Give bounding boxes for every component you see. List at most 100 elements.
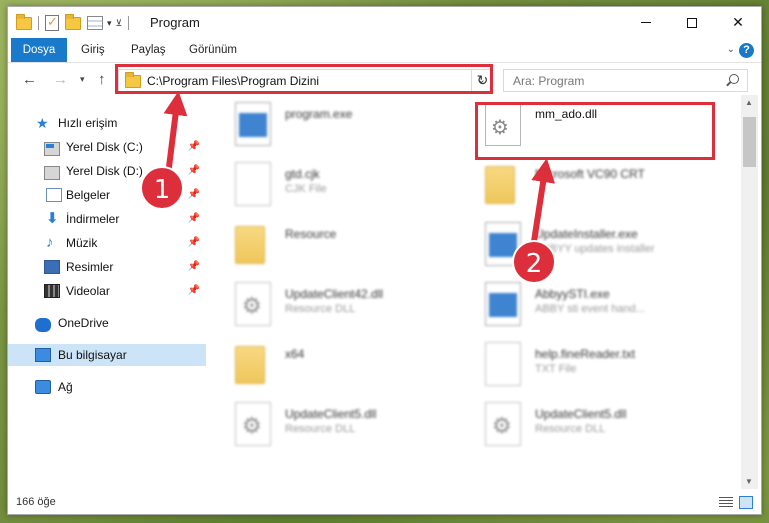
videos-icon xyxy=(44,284,60,298)
pin-icon[interactable]: 📌 xyxy=(188,189,200,200)
file-item[interactable]: Resource xyxy=(213,217,453,273)
title-bar: ▾ ⊻ Program ✕ xyxy=(8,7,761,38)
sidebar-item-downloads[interactable]: ⬇ İndirmeler 📌 xyxy=(8,208,206,230)
tab-file[interactable]: Dosya xyxy=(11,38,67,62)
view-icon[interactable] xyxy=(87,16,103,30)
status-bar: 166 öğe xyxy=(8,489,761,514)
sidebar-item-label: Bu bilgisayar xyxy=(58,348,127,362)
file-item[interactable]: gtd.cjk CJK File xyxy=(213,157,453,213)
customize-toolbar-icon[interactable]: ⊻ xyxy=(116,18,123,29)
minimize-icon xyxy=(641,22,651,23)
sidebar-item-pictures[interactable]: Resimler 📌 xyxy=(8,256,206,278)
chevron-down-icon[interactable]: ▾ xyxy=(107,18,112,29)
scroll-up-icon[interactable]: ▲ xyxy=(745,98,753,107)
sidebar-item-this-pc[interactable]: Bu bilgisayar xyxy=(8,344,206,366)
new-folder-icon[interactable] xyxy=(65,13,81,30)
sidebar-item-disk-c[interactable]: Yerel Disk (C:) 📌 xyxy=(8,136,206,158)
search-input[interactable]: Ara: Program xyxy=(503,69,748,92)
recent-locations-button[interactable]: ▾ xyxy=(80,74,85,85)
folder-icon xyxy=(235,346,265,384)
forward-button[interactable]: → xyxy=(53,71,68,88)
file-type: Resource DLL xyxy=(285,423,356,435)
pin-icon[interactable]: 📌 xyxy=(188,213,200,224)
details-view-icon[interactable] xyxy=(719,497,733,508)
file-name: UpdateClient42.dll xyxy=(285,287,384,301)
file-icon xyxy=(485,342,521,386)
sidebar-item-label: Resimler xyxy=(66,260,114,274)
pin-icon[interactable]: 📌 xyxy=(188,261,200,272)
pictures-icon xyxy=(44,260,60,274)
file-item[interactable]: x64 xyxy=(213,337,453,393)
file-name: help.fineReader.txt xyxy=(535,347,636,361)
file-name: UpdateInstaller.exe xyxy=(535,227,638,241)
file-item[interactable]: program.exe xyxy=(213,97,453,153)
address-highlight-box xyxy=(115,64,493,94)
toolbar-separator xyxy=(128,16,130,30)
file-item[interactable]: UpdateInstaller.exe ABBYY updates instal… xyxy=(463,217,703,273)
file-item[interactable]: help.fineReader.txt TXT File xyxy=(463,337,703,393)
network-icon xyxy=(35,380,51,394)
file-type: Resource DLL xyxy=(535,423,606,435)
file-name: UpdateClient5.dll xyxy=(285,407,377,421)
scroll-thumb[interactable] xyxy=(743,117,756,167)
pin-icon[interactable]: 📌 xyxy=(188,141,200,152)
sidebar-item-onedrive[interactable]: OneDrive xyxy=(8,312,206,334)
large-icons-view-icon[interactable] xyxy=(739,496,753,509)
file-item[interactable]: UpdateClient42.dll Resource DLL xyxy=(213,277,453,333)
file-name: Microsoft VC90 CRT xyxy=(535,167,645,181)
pin-icon[interactable]: 📌 xyxy=(188,237,200,248)
file-name: program.exe xyxy=(285,107,353,121)
sidebar-item-label: Videolar xyxy=(66,284,110,298)
pin-icon[interactable]: 📌 xyxy=(188,165,200,176)
expand-ribbon-icon[interactable]: ⌄ xyxy=(727,44,735,55)
drive-icon xyxy=(44,165,60,180)
sidebar-item-label: Hızlı erişim xyxy=(58,116,118,130)
step-badge-2: 2 xyxy=(512,240,556,284)
help-icon[interactable]: ? xyxy=(739,43,754,58)
file-name: Resource xyxy=(285,227,337,241)
file-name: AbbyySTI.exe xyxy=(535,287,610,301)
sidebar-item-videos[interactable]: Videolar 📌 xyxy=(8,280,206,302)
cloud-icon xyxy=(35,318,51,332)
tab-home[interactable]: Giriş xyxy=(81,38,105,62)
file-highlight-box xyxy=(475,102,715,160)
ribbon-tabs: Dosya Giriş Paylaş Görünüm ⌄ ? xyxy=(8,38,761,63)
search-icon[interactable] xyxy=(729,74,739,84)
scroll-down-icon[interactable]: ▼ xyxy=(745,477,753,486)
file-item[interactable]: AbbyySTI.exe ABBY sti event hand... xyxy=(463,277,703,333)
file-type: ABBY sti event hand... xyxy=(535,303,645,315)
file-item[interactable]: UpdateClient5.dll Resource DLL xyxy=(463,397,703,453)
navigation-pane: ★ Hızlı erişim Yerel Disk (C:) 📌 Yerel D… xyxy=(8,103,208,483)
file-name: gtd.cjk xyxy=(285,167,320,181)
sidebar-item-label: Müzik xyxy=(66,236,98,250)
properties-icon[interactable] xyxy=(45,14,59,31)
sidebar-item-label: Ağ xyxy=(58,380,73,394)
file-item[interactable]: Microsoft VC90 CRT xyxy=(463,157,703,213)
folder-icon[interactable] xyxy=(16,13,32,30)
exe-icon xyxy=(485,282,521,326)
tab-view[interactable]: Görünüm xyxy=(189,38,237,62)
sidebar-item-music[interactable]: ♪ Müzik 📌 xyxy=(8,232,206,254)
up-button[interactable]: ↑ xyxy=(98,71,106,88)
sidebar-item-network[interactable]: Ağ xyxy=(8,376,206,398)
pin-icon[interactable]: 📌 xyxy=(188,285,200,296)
dll-icon xyxy=(485,402,521,446)
tab-share[interactable]: Paylaş xyxy=(131,38,166,62)
toolbar-separator xyxy=(38,16,39,30)
exe-icon xyxy=(235,102,271,146)
maximize-button[interactable] xyxy=(669,7,715,38)
search-placeholder: Ara: Program xyxy=(513,74,585,88)
file-name: UpdateClient5.dll xyxy=(535,407,627,421)
sidebar-item-label: Yerel Disk (D:) xyxy=(66,164,143,178)
minimize-button[interactable] xyxy=(623,7,669,38)
star-icon: ★ xyxy=(36,115,49,131)
sidebar-item-label: Belgeler xyxy=(66,188,111,202)
downloads-icon: ⬇ xyxy=(46,210,59,227)
vertical-scrollbar[interactable]: ▲ ▼ xyxy=(741,95,758,489)
sidebar-item-quick-access[interactable]: ★ Hızlı erişim xyxy=(8,112,206,134)
close-button[interactable]: ✕ xyxy=(715,7,761,38)
step-badge-1: 1 xyxy=(140,166,184,210)
music-icon: ♪ xyxy=(46,234,54,251)
back-button[interactable]: ← xyxy=(22,71,37,88)
file-item[interactable]: UpdateClient5.dll Resource DLL xyxy=(213,397,453,453)
